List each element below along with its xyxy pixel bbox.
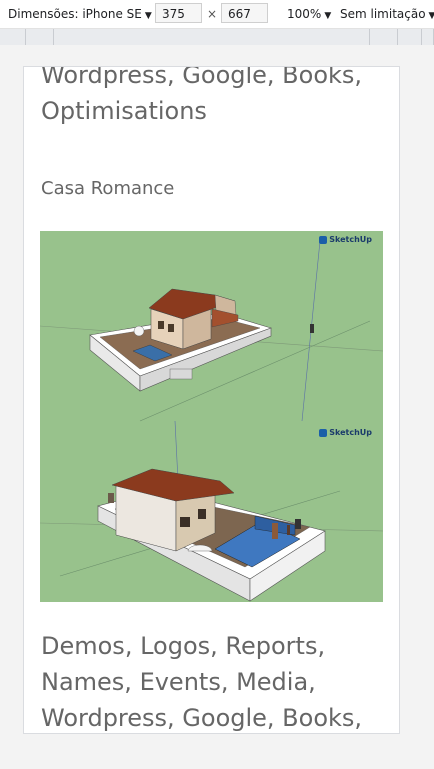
width-input[interactable]: 375 [155,3,202,23]
times-sign: × [207,7,218,21]
mq-segment[interactable] [398,29,422,45]
device-select[interactable]: Dimensões: iPhone SE ▼ [8,7,152,21]
chevron-down-icon: ▼ [324,11,332,21]
device-viewport: Wordpress, Google, Books, Optimisations … [23,66,400,734]
sketchup-icon [319,235,328,244]
height-input[interactable]: 667 [221,3,268,23]
mq-segment[interactable] [422,29,434,45]
zoom-label: 100% [287,7,322,21]
device-label: Dimensões: iPhone SE [8,7,142,21]
tags-heading-top: Wordpress, Google, Books, Optimisations [41,66,363,125]
chevron-down-icon: ▼ [144,11,152,21]
device-toolbar: Dimensões: iPhone SE ▼ 375 × 667 100% ▼ Se… [0,0,434,29]
zoom-select[interactable]: 100% ▼ [287,7,331,21]
mq-segment[interactable] [370,29,398,45]
sketchup-logo: SketchUp [319,428,372,437]
sketchup-icon [319,428,328,437]
project-title: Casa Romance [41,178,175,199]
throttle-select[interactable]: Sem limitação ▼ [340,7,434,21]
tags-heading-bottom: Demos, Logos, Reports, Names, Events, Me… [41,632,363,732]
mq-segment[interactable] [26,29,54,45]
media-query-bar [0,29,434,45]
house-render [40,240,383,602]
chevron-down-icon: ▼ [428,11,434,21]
project-image[interactable]: SketchUp SketchUp [40,231,383,602]
sketchup-logo: SketchUp [319,235,372,244]
throttle-label: Sem limitação [340,7,426,21]
mq-segment[interactable] [0,29,26,45]
mq-segment[interactable] [54,29,370,45]
